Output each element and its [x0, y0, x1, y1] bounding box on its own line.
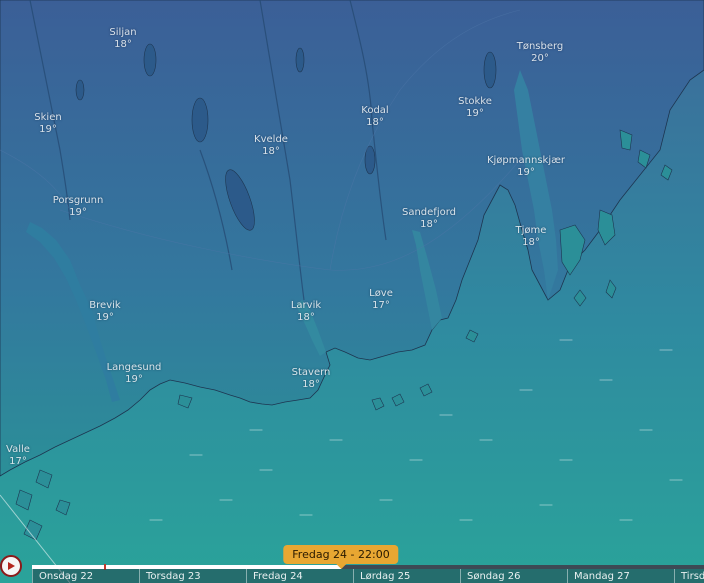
city-temperature: 18° — [302, 379, 320, 390]
day-tirsdag[interactable]: Tirsdag — [674, 569, 704, 583]
city-name: Stavern — [291, 367, 331, 378]
city-temperature: 18° — [114, 39, 132, 50]
map-canvas[interactable] — [0, 0, 704, 583]
city-name: Siljan — [109, 27, 137, 38]
city-label-kvelde[interactable]: Kvelde 18° — [254, 134, 288, 158]
day-sondag[interactable]: Søndag 26 — [460, 569, 567, 583]
city-label-langesund[interactable]: Langesund 19° — [107, 362, 162, 386]
city-temperature: 19° — [69, 207, 87, 218]
city-label-stokke[interactable]: Stokke 19° — [458, 96, 492, 120]
play-icon — [8, 562, 15, 570]
city-name: Løve — [369, 288, 393, 299]
city-name: Porsgrunn — [52, 195, 104, 206]
city-name: Langesund — [106, 362, 162, 373]
city-temperature: 18° — [297, 312, 315, 323]
city-label-porsgrunn[interactable]: Porsgrunn 19° — [53, 195, 104, 219]
city-temperature: 17° — [372, 300, 390, 311]
city-temperature: 18° — [522, 237, 540, 248]
city-temperature: 18° — [366, 117, 384, 128]
timeline: Fredag 24 - 22:00 Onsdag 22 Torsdag 23 F… — [0, 545, 704, 583]
city-temperature: 19° — [96, 312, 114, 323]
city-label-love[interactable]: Løve 17° — [369, 288, 393, 312]
city-temperature: 18° — [262, 146, 280, 157]
city-name: Tjøme — [515, 225, 547, 236]
day-torsdag[interactable]: Torsdag 23 — [139, 569, 246, 583]
city-label-kodal[interactable]: Kodal 18° — [361, 105, 388, 129]
city-name: Kjøpmannskjær — [486, 155, 566, 166]
city-name: Tønsberg — [516, 41, 564, 52]
timeline-days: Onsdag 22 Torsdag 23 Fredag 24 Lørdag 25… — [32, 569, 704, 583]
city-temperature: 17° — [9, 456, 27, 467]
city-name: Skien — [34, 112, 62, 123]
city-label-kjopmannskjaer[interactable]: Kjøpmannskjær 19° — [487, 155, 565, 179]
city-temperature: 20° — [531, 53, 549, 64]
current-time-bubble[interactable]: Fredag 24 - 22:00 — [283, 545, 399, 569]
city-label-tonsberg[interactable]: Tønsberg 20° — [517, 41, 564, 65]
city-name: Kodal — [361, 105, 389, 116]
city-temperature: 19° — [466, 108, 484, 119]
city-temperature: 19° — [39, 124, 57, 135]
weather-map-app: Siljan 18° Tønsberg 20° Skien 19° Stokke… — [0, 0, 704, 583]
day-onsdag[interactable]: Onsdag 22 — [32, 569, 139, 583]
city-label-skien[interactable]: Skien 19° — [34, 112, 61, 136]
city-name: Larvik — [290, 300, 322, 311]
city-name: Kvelde — [254, 134, 288, 145]
city-label-sandefjord[interactable]: Sandefjord 18° — [402, 207, 456, 231]
city-temperature: 18° — [420, 219, 438, 230]
city-label-siljan[interactable]: Siljan 18° — [109, 27, 136, 51]
city-name: Brevik — [89, 300, 121, 311]
city-temperature: 19° — [125, 374, 143, 385]
city-name: Stokke — [458, 96, 492, 107]
day-mandag[interactable]: Mandag 27 — [567, 569, 674, 583]
day-fredag[interactable]: Fredag 24 — [246, 569, 353, 583]
city-label-tjome[interactable]: Tjøme 18° — [516, 225, 547, 249]
city-name: Sandefjord — [401, 207, 457, 218]
city-label-stavern[interactable]: Stavern 18° — [292, 367, 331, 391]
city-label-larvik[interactable]: Larvik 18° — [291, 300, 321, 324]
city-label-valle[interactable]: Valle 17° — [6, 444, 30, 468]
city-label-brevik[interactable]: Brevik 19° — [89, 300, 120, 324]
city-temperature: 19° — [517, 167, 535, 178]
city-name: Valle — [6, 444, 30, 455]
play-button[interactable] — [0, 555, 22, 577]
day-lordag[interactable]: Lørdag 25 — [353, 569, 460, 583]
